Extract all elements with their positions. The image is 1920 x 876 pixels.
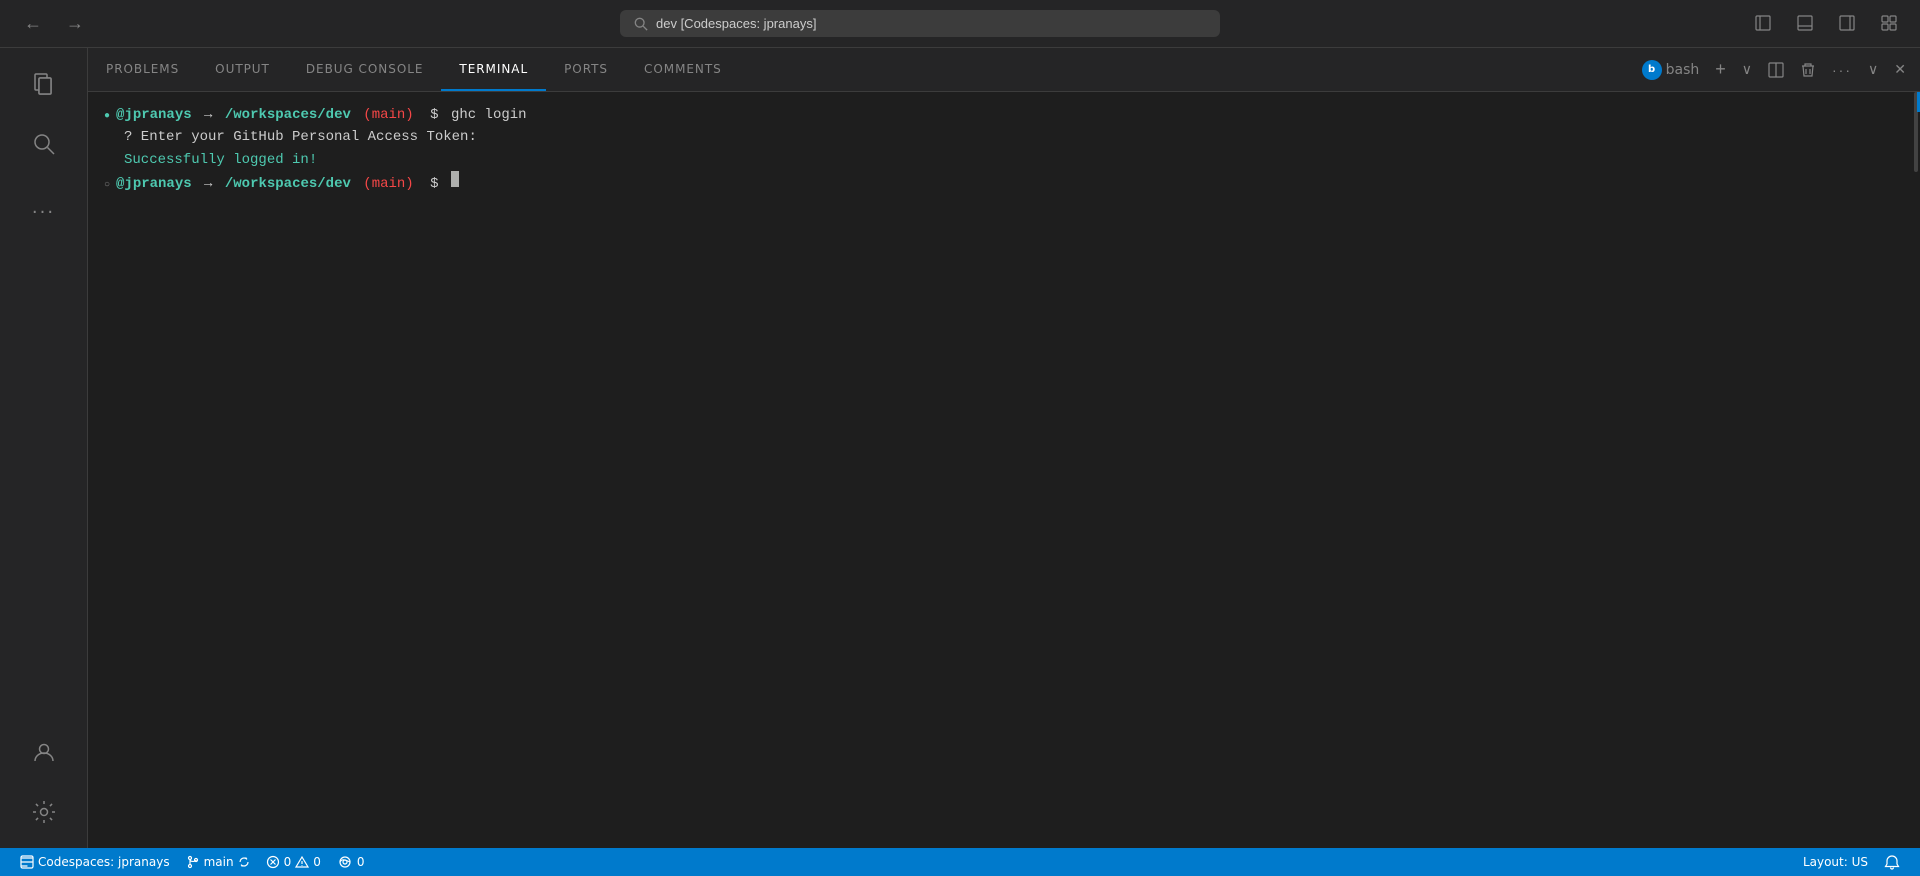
term-branch-2: (main): [363, 173, 413, 195]
close-panel-button[interactable]: ✕: [1888, 57, 1912, 82]
bell-icon: [1884, 854, 1900, 870]
more-actions-button[interactable]: ···: [1826, 58, 1858, 82]
terminal-line-3: Successfully logged in!: [124, 149, 1904, 171]
tab-debug-console[interactable]: DEBUG CONSOLE: [288, 48, 442, 91]
term-prompt-1: $: [422, 104, 447, 126]
term-command-1: ghc login: [451, 104, 527, 126]
error-count: 0: [284, 855, 292, 869]
term-path-1: /workspaces/dev: [225, 104, 351, 126]
term-user-2: @jpranays: [116, 173, 192, 195]
sync-icon: [238, 856, 250, 868]
bash-terminal-tab[interactable]: b bash: [1636, 56, 1706, 84]
panel-tabs: PROBLEMS OUTPUT DEBUG CONSOLE TERMINAL P…: [88, 48, 1920, 92]
tab-terminal[interactable]: TERMINAL: [441, 48, 546, 91]
terminal-line-1: ● @jpranays → /workspaces/dev (main) $ g…: [104, 104, 1904, 126]
panel-tabs-actions: b bash + ∨: [1636, 55, 1920, 84]
launch-profile-button[interactable]: ∨: [1736, 57, 1758, 82]
warning-count: 0: [313, 855, 321, 869]
delete-terminal-button[interactable]: [1794, 58, 1822, 82]
title-bar: ← →: [0, 0, 1920, 48]
layout-label: Layout: US: [1803, 855, 1868, 869]
customize-layout-button[interactable]: [1874, 10, 1904, 36]
toggle-secondary-sidebar-button[interactable]: [1832, 10, 1862, 36]
term-path-2: /workspaces/dev: [225, 173, 351, 195]
tab-problems[interactable]: PROBLEMS: [88, 48, 197, 91]
sidebar-item-settings[interactable]: [16, 784, 72, 840]
tab-comments[interactable]: COMMENTS: [626, 48, 740, 91]
ports-icon: [337, 854, 353, 870]
branch-label: main: [204, 855, 234, 869]
split-terminal-button[interactable]: [1762, 58, 1790, 82]
status-branch[interactable]: main: [178, 855, 258, 869]
status-bell[interactable]: [1876, 854, 1908, 870]
bash-label: bash: [1666, 62, 1700, 78]
terminal-line-2: ? Enter your GitHub Personal Access Toke…: [124, 126, 1904, 148]
search-icon: [634, 17, 648, 31]
codespaces-icon: [20, 855, 34, 869]
sidebar-item-explorer[interactable]: [16, 56, 72, 112]
panel-area: PROBLEMS OUTPUT DEBUG CONSOLE TERMINAL P…: [88, 48, 1920, 848]
status-errors[interactable]: 0 0: [258, 855, 329, 869]
secondary-layout-icon: [1838, 14, 1856, 32]
term-arrow-2: →: [196, 173, 221, 195]
search-bar[interactable]: [620, 10, 1220, 37]
status-bar-right: Layout: US: [1795, 854, 1908, 870]
scrollbar-track[interactable]: [1910, 92, 1918, 848]
term-success: Successfully logged in!: [124, 149, 317, 171]
warning-icon: [295, 855, 309, 869]
sidebar-item-search[interactable]: [16, 116, 72, 172]
terminal-content[interactable]: ● @jpranays → /workspaces/dev (main) $ g…: [88, 92, 1920, 848]
layout-icon: [1754, 14, 1772, 32]
status-codespaces[interactable]: Codespaces: jpranays: [12, 855, 178, 869]
search-input[interactable]: [656, 16, 1206, 31]
main-container: ··· PROBLEMS OUTPUT DEBUG CONSOLE TERMIN…: [0, 48, 1920, 848]
terminal-line-4: ○ @jpranays → /workspaces/dev (main) $: [104, 171, 1904, 195]
tab-output[interactable]: OUTPUT: [197, 48, 288, 91]
branch-icon: [186, 855, 200, 869]
custom-layout-icon: [1880, 14, 1898, 32]
term-arrow-1: →: [196, 104, 221, 126]
error-icon: [266, 855, 280, 869]
back-button[interactable]: ←: [16, 9, 50, 38]
toggle-panel-button[interactable]: [1790, 10, 1820, 36]
sidebar-item-account[interactable]: [16, 724, 72, 780]
status-layout[interactable]: Layout: US: [1795, 855, 1876, 869]
trash-icon: [1800, 62, 1816, 78]
tab-ports[interactable]: PORTS: [546, 48, 626, 91]
term-user-1: @jpranays: [116, 104, 192, 126]
bash-icon: b: [1642, 60, 1662, 80]
term-branch-1: (main): [363, 104, 413, 126]
sidebar-item-more[interactable]: ···: [16, 184, 72, 240]
status-bar: Codespaces: jpranays main: [0, 848, 1920, 876]
term-prompt-2: $: [422, 173, 447, 195]
status-bar-left: Codespaces: jpranays: [12, 855, 178, 869]
status-bar-center-left: main 0 0: [178, 854, 373, 870]
term-cursor: [451, 171, 459, 187]
title-bar-nav: ← →: [16, 9, 92, 38]
new-terminal-button[interactable]: +: [1709, 55, 1732, 84]
status-ports[interactable]: 0: [329, 854, 373, 870]
port-count: 0: [357, 855, 365, 869]
forward-button[interactable]: →: [58, 9, 92, 38]
panel-layout-icon: [1796, 14, 1814, 32]
activity-bar: ···: [0, 48, 88, 848]
title-bar-actions: [1748, 10, 1904, 36]
collapse-panel-button[interactable]: ∨: [1862, 57, 1884, 82]
toggle-primary-sidebar-button[interactable]: [1748, 10, 1778, 36]
term-question: ? Enter your GitHub Personal Access Toke…: [124, 126, 477, 148]
split-icon: [1768, 62, 1784, 78]
codespaces-label: Codespaces: jpranays: [38, 855, 170, 869]
